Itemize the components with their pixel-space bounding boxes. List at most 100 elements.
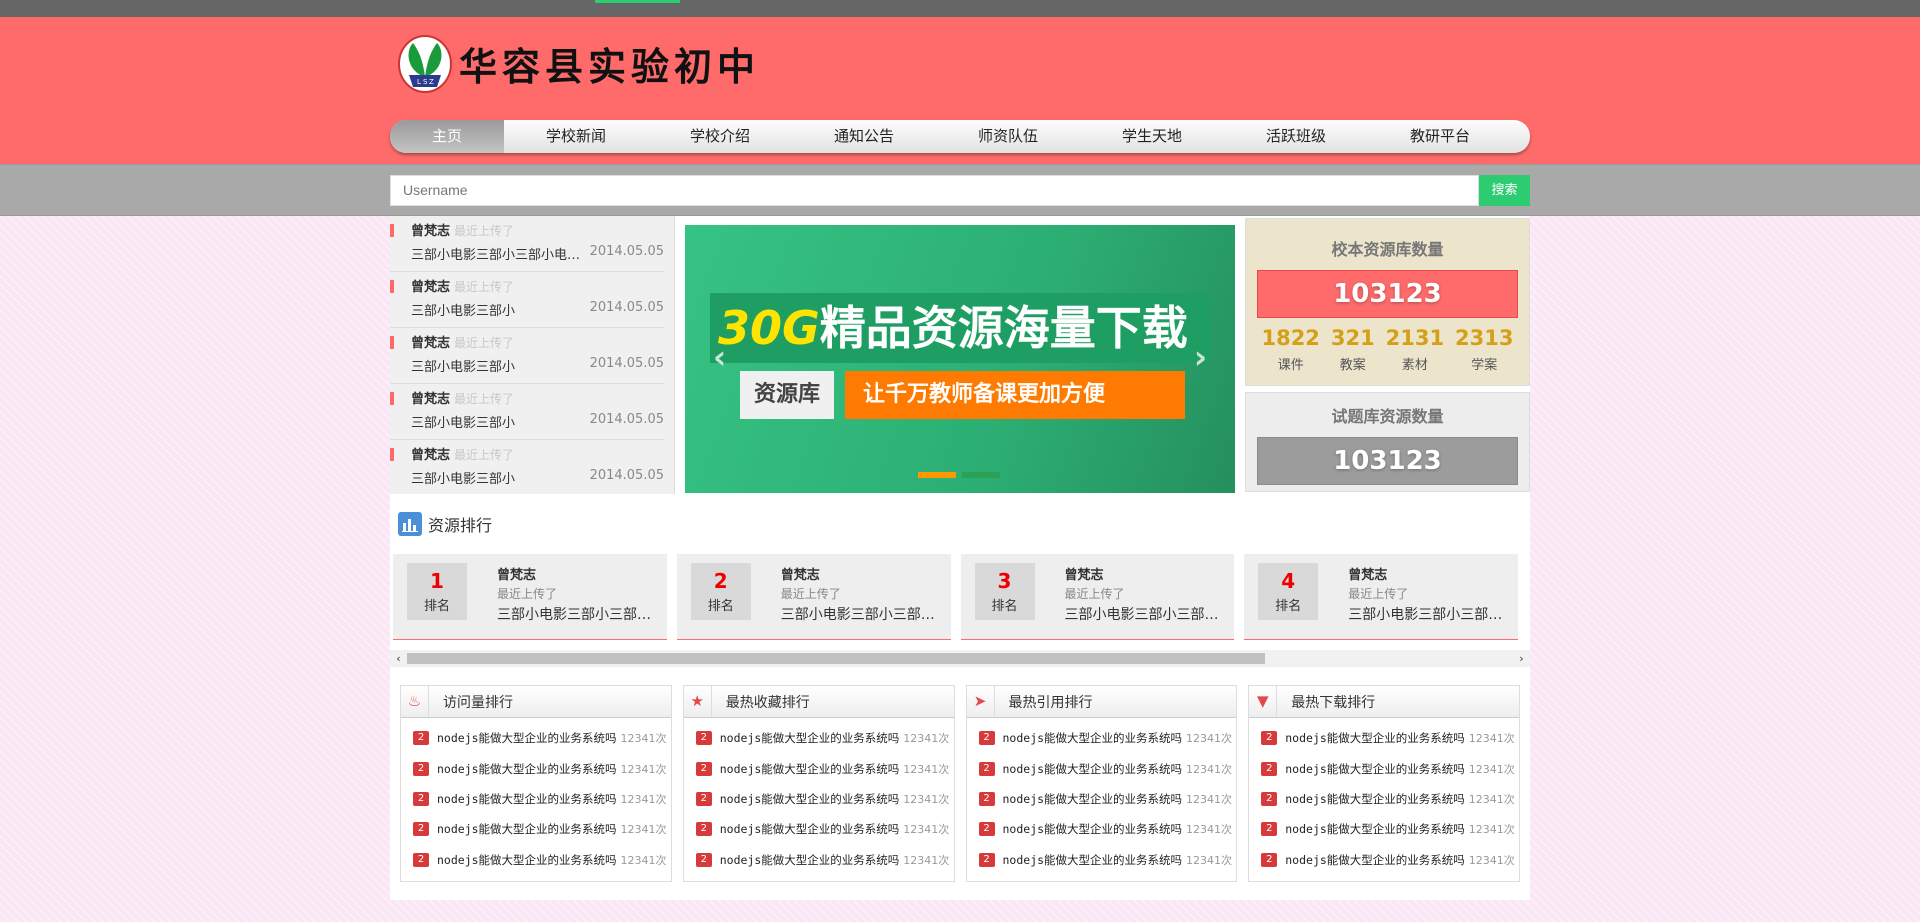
rank-card[interactable]: 2 排名 曾梵志最近上传了三部小电影三部小三部小电影三部小 <box>676 554 951 640</box>
carousel-dot[interactable] <box>918 472 956 478</box>
stat-study-guides[interactable]: 2313 学案 <box>1455 326 1513 373</box>
item-title[interactable]: nodejs能做大型企业的业务系统吗 <box>437 761 617 777</box>
banner-headline-highlight: 30G <box>718 301 820 355</box>
leaderboard-panel: ★ 最热收藏排行 2 nodejs能做大型企业的业务系统吗 12341次 2 nodejs能… <box>682 685 955 882</box>
news-title[interactable]: 三部小电影三部小三部小电影三部小三部小 <box>411 244 581 263</box>
nav-item-school-news[interactable]: 学校新闻 <box>504 120 648 153</box>
stat-courseware[interactable]: 1822 课件 <box>1261 326 1319 373</box>
board-title[interactable]: 最热下载排行 <box>1291 692 1375 712</box>
item-title[interactable]: nodejs能做大型企业的业务系统吗 <box>1003 821 1183 837</box>
list-item[interactable]: 曾梵志 最近上传了 三部小电影三部小 2014.05.05 <box>390 440 664 496</box>
list-item[interactable]: 2 nodejs能做大型企业的业务系统吗 12341次 <box>1249 753 1519 783</box>
stat-lesson-plans[interactable]: 321 教案 <box>1331 326 1375 373</box>
news-date: 2014.05.05 <box>589 412 664 427</box>
search-input[interactable]: Username <box>390 175 1479 206</box>
stat-value: 1822 <box>1261 326 1320 350</box>
logo-letter: S <box>423 78 428 86</box>
list-item[interactable]: 2 nodejs能做大型企业的业务系统吗 12341次 <box>967 784 1237 814</box>
list-item[interactable]: 2 nodejs能做大型企业的业务系统吗 12341次 <box>967 723 1237 753</box>
item-marker <box>390 336 394 349</box>
news-title[interactable]: 三部小电影三部小 <box>411 412 581 431</box>
list-item[interactable]: 2 nodejs能做大型企业的业务系统吗 12341次 <box>684 753 954 783</box>
list-item[interactable]: 2 nodejs能做大型企业的业务系统吗 12341次 <box>1249 845 1519 875</box>
list-item[interactable]: 2 nodejs能做大型企业的业务系统吗 12341次 <box>1249 723 1519 753</box>
nav-item-notices[interactable]: 通知公告 <box>792 120 936 153</box>
scroll-right-icon[interactable]: › <box>1513 650 1530 667</box>
list-item[interactable]: 2 nodejs能做大型企业的业务系统吗 12341次 <box>401 814 671 844</box>
nav-item-students[interactable]: 学生天地 <box>1080 120 1224 153</box>
news-title[interactable]: 三部小电影三部小 <box>411 300 581 319</box>
scrollbar-thumb[interactable] <box>407 653 1265 664</box>
list-item[interactable]: 2 nodejs能做大型企业的业务系统吗 12341次 <box>401 845 671 875</box>
list-item[interactable]: 2 nodejs能做大型企业的业务系统吗 12341次 <box>1249 784 1519 814</box>
scroll-left-icon[interactable]: ‹ <box>390 650 407 667</box>
item-marker <box>390 448 394 461</box>
carousel-dot[interactable] <box>962 472 1000 478</box>
news-title[interactable]: 三部小电影三部小 <box>411 468 581 487</box>
news-title[interactable]: 三部小电影三部小 <box>411 356 581 375</box>
item-title[interactable]: nodejs能做大型企业的业务系统吗 <box>1003 730 1183 746</box>
rank-badge: 2 <box>695 852 712 867</box>
item-title[interactable]: nodejs能做大型企业的业务系统吗 <box>1285 791 1465 807</box>
item-title[interactable]: nodejs能做大型企业的业务系统吗 <box>1003 852 1183 868</box>
item-title[interactable]: nodejs能做大型企业的业务系统吗 <box>720 852 900 868</box>
item-title[interactable]: nodejs能做大型企业的业务系统吗 <box>437 821 617 837</box>
item-title[interactable]: nodejs能做大型企业的业务系统吗 <box>1003 791 1183 807</box>
item-title[interactable]: nodejs能做大型企业的业务系统吗 <box>720 791 900 807</box>
nav-item-school-intro[interactable]: 学校介绍 <box>648 120 792 153</box>
chevron-right-icon[interactable]: › <box>1194 338 1207 376</box>
rank-badge: 2 <box>1261 761 1278 776</box>
item-title[interactable]: nodejs能做大型企业的业务系统吗 <box>1003 761 1183 777</box>
list-item[interactable]: 2 nodejs能做大型企业的业务系统吗 12341次 <box>684 784 954 814</box>
item-title[interactable]: nodejs能做大型企业的业务系统吗 <box>1285 821 1465 837</box>
board-title[interactable]: 最热引用排行 <box>1009 692 1093 712</box>
list-item[interactable]: 2 nodejs能做大型企业的业务系统吗 12341次 <box>967 814 1237 844</box>
board-title[interactable]: 最热收藏排行 <box>726 692 810 712</box>
item-count: 12341次 <box>620 762 667 776</box>
item-title[interactable]: nodejs能做大型企业的业务系统吗 <box>720 730 900 746</box>
item-title[interactable]: nodejs能做大型企业的业务系统吗 <box>1285 730 1465 746</box>
school-logo[interactable]: L S Z 华容县实验初中 <box>397 33 760 93</box>
item-title[interactable]: nodejs能做大型企业的业务系统吗 <box>437 730 617 746</box>
rank-title[interactable]: 三部小电影三部小三部小电影三部小 <box>497 604 662 624</box>
list-item[interactable]: 2 nodejs能做大型企业的业务系统吗 12341次 <box>401 723 671 753</box>
list-item[interactable]: 2 nodejs能做大型企业的业务系统吗 12341次 <box>684 814 954 844</box>
stat-materials[interactable]: 2131 素材 <box>1386 326 1444 373</box>
rank-card[interactable]: 4 排名 曾梵志最近上传了三部小电影三部小三部小电影三部小 <box>1244 554 1518 640</box>
nav-item-research[interactable]: 教研平台 <box>1368 120 1512 153</box>
list-item[interactable]: 曾梵志最近上传了 三部小电影三部小三部小电影三部小三部小 2014.05.05 <box>390 216 664 272</box>
nav-item-active-classes[interactable]: 活跃班级 <box>1224 120 1368 153</box>
list-item[interactable]: 曾梵志 最近上传了 三部小电影三部小 2014.05.05 <box>390 272 664 328</box>
item-count: 12341次 <box>1186 853 1233 867</box>
nav-item-home[interactable]: 主页 <box>390 120 504 153</box>
list-item[interactable]: 2 nodejs能做大型企业的业务系统吗 12341次 <box>401 753 671 783</box>
item-title[interactable]: nodejs能做大型企业的业务系统吗 <box>1285 761 1465 777</box>
chevron-left-icon[interactable]: ‹ <box>713 338 726 376</box>
item-count: 12341次 <box>903 732 950 746</box>
list-item[interactable]: 2 nodejs能做大型企业的业务系统吗 12341次 <box>684 845 954 875</box>
rank-title[interactable]: 三部小电影三部小三部小电影三部小 <box>1348 604 1513 624</box>
rank-title[interactable]: 三部小电影三部小三部小电影三部小 <box>781 604 946 624</box>
list-item[interactable]: 曾梵志 最近上传了 三部小电影三部小 2014.05.05 <box>390 384 664 440</box>
item-title[interactable]: nodejs能做大型企业的业务系统吗 <box>437 852 617 868</box>
nav-item-faculty[interactable]: 师资队伍 <box>936 120 1080 153</box>
item-title[interactable]: nodejs能做大型企业的业务系统吗 <box>720 761 900 777</box>
rank-card[interactable]: 1 排名 曾梵志最近上传了三部小电影三部小三部小电影三部小 <box>393 554 667 640</box>
list-item[interactable]: 曾梵志 最近上传了 三部小电影三部小 2014.05.05 <box>390 328 664 384</box>
board-title[interactable]: 访问量排行 <box>443 692 513 712</box>
item-title[interactable]: nodejs能做大型企业的业务系统吗 <box>437 791 617 807</box>
rank-card[interactable]: 3 排名 曾梵志最近上传了三部小电影三部小三部小电影三部小 <box>960 554 1235 640</box>
list-item[interactable]: 2 nodejs能做大型企业的业务系统吗 12341次 <box>967 753 1237 783</box>
paper-plane-icon: ➤ <box>967 686 995 717</box>
list-item[interactable]: 2 nodejs能做大型企业的业务系统吗 12341次 <box>401 784 671 814</box>
search-button[interactable]: 搜索 <box>1479 175 1530 206</box>
promo-carousel[interactable]: 30G精品资源海量下载 资源库 让千万教师备课更加方便 ‹ › <box>685 225 1235 493</box>
list-item[interactable]: 2 nodejs能做大型企业的业务系统吗 12341次 <box>967 845 1237 875</box>
list-item[interactable]: 2 nodejs能做大型企业的业务系统吗 12341次 <box>684 723 954 753</box>
list-item[interactable]: 2 nodejs能做大型企业的业务系统吗 12341次 <box>1249 814 1519 844</box>
rank-title[interactable]: 三部小电影三部小三部小电影三部小 <box>1065 604 1230 624</box>
item-title[interactable]: nodejs能做大型企业的业务系统吗 <box>720 821 900 837</box>
item-title[interactable]: nodejs能做大型企业的业务系统吗 <box>1285 852 1465 868</box>
ranking-scrollbar[interactable]: ‹ › <box>390 650 1530 667</box>
item-count: 12341次 <box>620 853 667 867</box>
